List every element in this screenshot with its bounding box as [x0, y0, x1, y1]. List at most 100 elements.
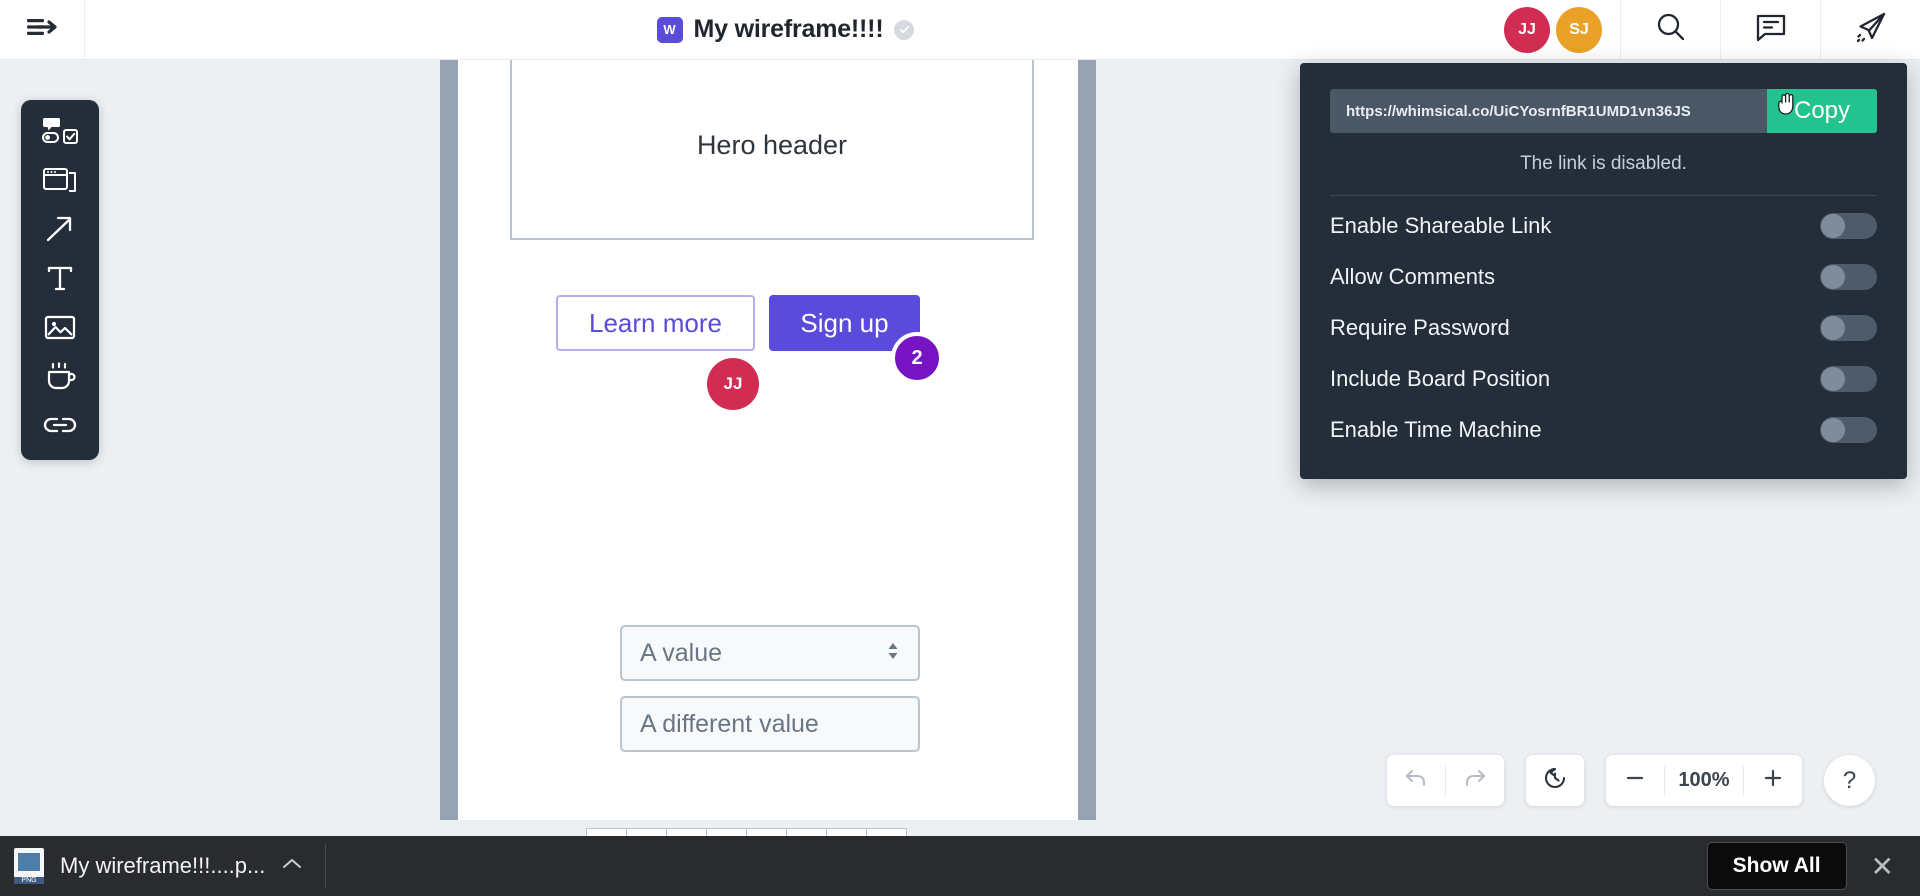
history-button[interactable] — [1526, 755, 1584, 806]
chevron-up-icon[interactable] — [281, 857, 303, 876]
sidebar-item-window[interactable] — [36, 165, 84, 199]
avatar-group: JJ SJ — [1486, 0, 1620, 60]
learn-more-button[interactable]: Learn more — [556, 295, 755, 351]
cta-button-row: Learn more Sign up — [556, 295, 920, 351]
toggle-knob — [1821, 417, 1845, 442]
zoom-level-label[interactable]: 100% — [1665, 769, 1743, 792]
topbar-right: JJ SJ — [1486, 0, 1920, 60]
history-icon — [1542, 765, 1568, 796]
avatar-initials: SJ — [1569, 20, 1589, 38]
toggle-knob — [1821, 366, 1845, 391]
select-field-value: A value — [640, 638, 723, 667]
panel-divider — [1330, 195, 1877, 196]
undo-icon — [1404, 767, 1428, 794]
zoom-in-button[interactable] — [1744, 755, 1802, 806]
text-input-field[interactable]: A different value — [620, 696, 920, 752]
comments-button[interactable] — [1720, 0, 1820, 60]
help-button[interactable]: ? — [1824, 755, 1875, 806]
arrow-connector-icon — [44, 214, 76, 249]
top-bar: W My wireframe!!!! JJ SJ — [0, 0, 1920, 60]
share-send-icon — [1853, 9, 1889, 50]
option-row-enable-shareable-link: Enable Shareable Link — [1330, 200, 1877, 251]
hero-header-block[interactable]: Hero header — [510, 50, 1034, 240]
toggle-allow-comments[interactable] — [1820, 263, 1877, 290]
share-url-row: https://whimsical.co/UiCYosrnfBR1UMD1vn3… — [1330, 89, 1877, 133]
select-field[interactable]: A value — [620, 625, 920, 681]
option-label: Include Board Position — [1330, 365, 1551, 391]
sidebar-item-text[interactable] — [36, 263, 84, 297]
download-item[interactable]: PNG My wireframe!!!....p... — [0, 848, 303, 884]
page-title[interactable]: My wireframe!!!! — [694, 15, 884, 44]
avatar-initials: JJ — [1518, 20, 1536, 38]
file-thumbnail — [18, 853, 40, 871]
search-icon — [1654, 10, 1688, 49]
image-icon — [43, 312, 77, 347]
plus-icon — [1762, 767, 1784, 794]
check-circle-icon — [894, 19, 915, 40]
zoom-group: 100% — [1606, 755, 1802, 806]
history-group — [1526, 755, 1584, 806]
tool-rail — [21, 100, 99, 460]
share-button[interactable] — [1820, 0, 1920, 60]
link-icon — [42, 413, 78, 442]
zoom-out-button[interactable] — [1606, 755, 1664, 806]
download-bar: PNG My wireframe!!!....p... Show All ✕ — [0, 836, 1920, 896]
menu-button[interactable] — [0, 0, 85, 60]
option-label: Allow Comments — [1330, 263, 1496, 289]
text-icon — [45, 263, 75, 298]
option-row-require-password: Require Password — [1330, 302, 1877, 353]
show-all-button[interactable]: Show All — [1706, 842, 1847, 890]
comment-icon — [1754, 10, 1788, 49]
toggle-enable-time-machine[interactable] — [1820, 416, 1877, 443]
board-page: Hero header Learn more Sign up JJ 2 A va… — [458, 50, 1078, 888]
sidebar-item-cup[interactable] — [36, 361, 84, 395]
redo-icon — [1463, 767, 1487, 794]
download-bar-actions: Show All ✕ — [1706, 842, 1920, 890]
toggle-include-board-position[interactable] — [1820, 365, 1877, 392]
sidebar-item-link[interactable] — [36, 410, 84, 444]
collaborator-cursor-badge: JJ — [707, 358, 759, 410]
close-icon[interactable]: ✕ — [1867, 850, 1898, 883]
board-edge-left — [440, 60, 458, 820]
canvas-controls: 100% ? — [1387, 755, 1875, 806]
download-bar-divider — [325, 844, 327, 888]
toggle-knob — [1821, 213, 1845, 238]
doc-badge: W — [656, 16, 683, 43]
option-row-enable-time-machine: Enable Time Machine — [1330, 404, 1877, 455]
option-row-allow-comments: Allow Comments — [1330, 251, 1877, 302]
window-frame-icon — [42, 165, 78, 200]
avatar[interactable]: JJ — [1504, 6, 1550, 53]
option-row-include-board-position: Include Board Position — [1330, 353, 1877, 404]
minus-icon — [1624, 767, 1646, 794]
document-title-group: W My wireframe!!!! — [85, 15, 1486, 44]
copy-link-button[interactable]: Copy — [1767, 89, 1877, 133]
link-status-text: The link is disabled. — [1520, 153, 1687, 174]
toggle-knob — [1821, 264, 1845, 289]
file-type-label: PNG — [14, 877, 44, 884]
sidebar-item-arrow[interactable] — [36, 214, 84, 248]
undo-redo-group — [1387, 755, 1504, 806]
option-label: Require Password — [1330, 314, 1510, 340]
png-file-icon: PNG — [14, 848, 44, 884]
sidebar-item-image[interactable] — [36, 312, 84, 346]
selection-count-badge: 2 — [891, 332, 943, 384]
sidebar-item-ui-components[interactable] — [36, 116, 84, 150]
download-file-name: My wireframe!!!....p... — [60, 853, 266, 878]
avatar[interactable]: SJ — [1556, 6, 1602, 53]
whimsical-app: W My wireframe!!!! JJ SJ Hero header Lea… — [0, 0, 1920, 896]
cup-icon — [44, 360, 76, 397]
copy-link-label: Copy — [1793, 97, 1851, 124]
toggle-enable-shareable-link[interactable] — [1820, 212, 1877, 239]
text-input-value: A different value — [640, 709, 819, 738]
undo-button[interactable] — [1387, 755, 1445, 806]
pointer-cursor-icon — [1775, 91, 1799, 124]
toggle-require-password[interactable] — [1820, 314, 1877, 341]
share-panel: https://whimsical.co/UiCYosrnfBR1UMD1vn3… — [1300, 63, 1907, 479]
chevron-updown-icon — [886, 640, 900, 667]
redo-button[interactable] — [1446, 755, 1504, 806]
share-url-input[interactable]: https://whimsical.co/UiCYosrnfBR1UMD1vn3… — [1330, 89, 1767, 133]
search-button[interactable] — [1620, 0, 1720, 60]
ui-components-icon — [41, 116, 79, 151]
option-label: Enable Time Machine — [1330, 416, 1542, 442]
option-label: Enable Shareable Link — [1330, 212, 1552, 238]
